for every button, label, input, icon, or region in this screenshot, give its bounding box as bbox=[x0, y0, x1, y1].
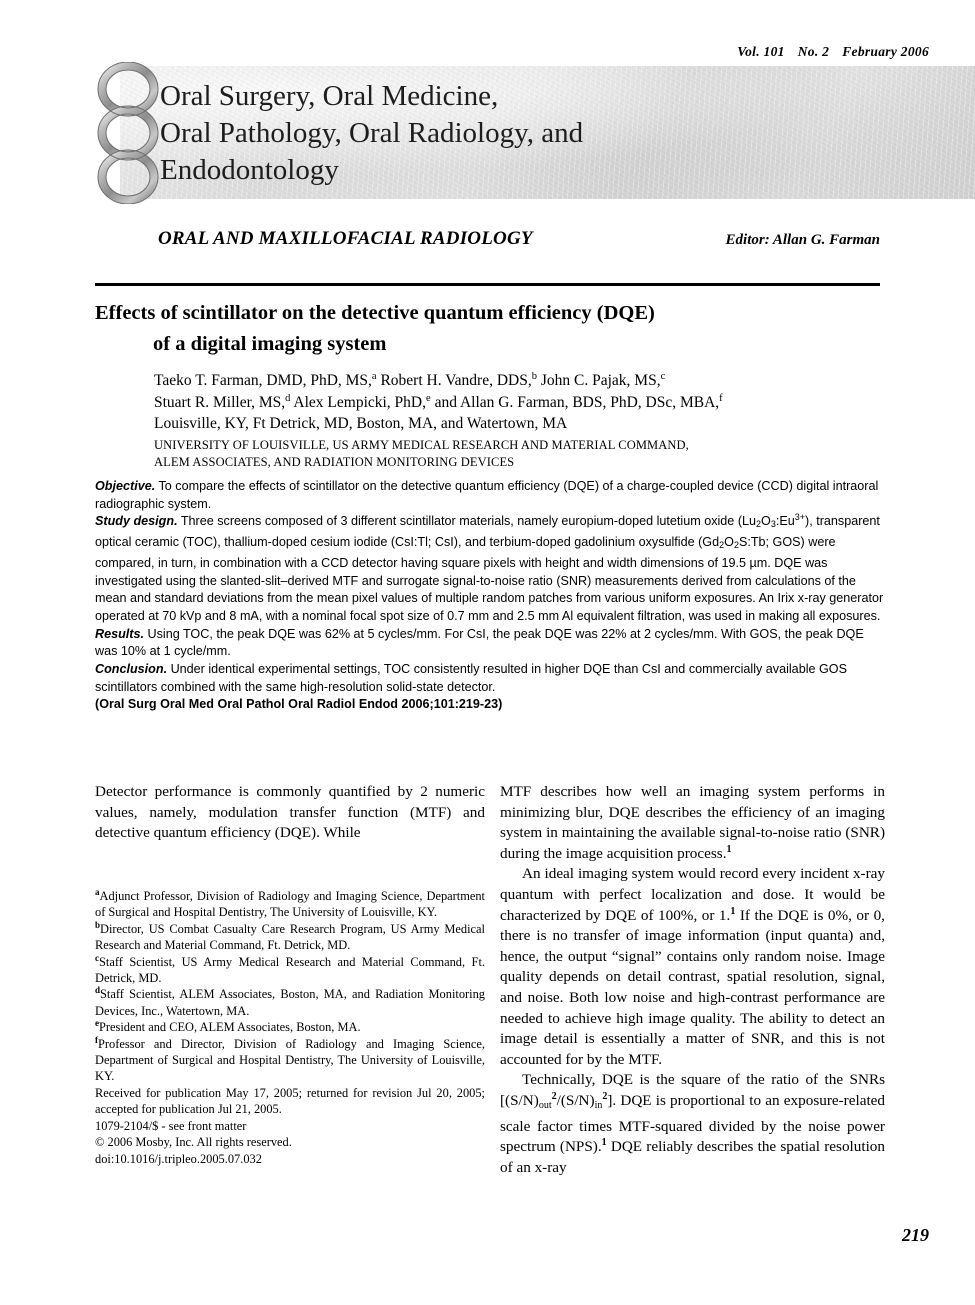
issue-date: February 2006 bbox=[842, 44, 929, 59]
paragraph-seg: If the DQE is 0%, or 0, there is no tran… bbox=[500, 906, 885, 1068]
institution-line-1: UNIVERSITY OF LOUISVILLE, US ARMY MEDICA… bbox=[154, 438, 689, 452]
body-column-right: MTF describes how well an imaging system… bbox=[500, 782, 885, 1178]
journal-title-line-3: Endodontology bbox=[160, 154, 339, 186]
paragraph-seg: MTF describes how well an imaging system… bbox=[500, 783, 885, 862]
abstract-study-design: Study design. Three screens composed of … bbox=[95, 513, 885, 625]
issue-volume: Vol. 101 bbox=[737, 44, 785, 59]
paragraph: Detector performance is commonly quantif… bbox=[95, 783, 485, 842]
footnote-text: Staff Scientist, ALEM Associates, Boston… bbox=[95, 987, 485, 1018]
section-editor: Editor: Allan G. Farman bbox=[725, 232, 880, 248]
footnote-copyright: © 2006 Mosby, Inc. All rights reserved. bbox=[95, 1135, 292, 1150]
author-line-1: Taeko T. Farman, DMD, PhD, MS,a Robert H… bbox=[154, 370, 894, 392]
footnote-text: Professor and Director, Division of Radi… bbox=[95, 1036, 485, 1084]
journal-title: Oral Surgery, Oral Medicine, Oral Pathol… bbox=[160, 78, 583, 189]
author-seg: Alex Lempicki, PhD, bbox=[290, 393, 427, 411]
abstract-seg: O bbox=[724, 535, 734, 550]
three-interlocking-rings-logo bbox=[97, 62, 159, 204]
abstract-objective: Objective. To compare the effects of sci… bbox=[95, 478, 885, 513]
abstract-seg: Three screens composed of 3 different sc… bbox=[177, 514, 757, 529]
abstract-results: Results. Using TOC, the peak DQE was 62%… bbox=[95, 626, 885, 661]
body-text-right: MTF describes how well an imaging system… bbox=[500, 782, 885, 1178]
footnote-b: bDirector, US Combat Casualty Care Resea… bbox=[95, 920, 485, 954]
abstract-seg: O bbox=[761, 514, 771, 529]
abstract: Objective. To compare the effects of sci… bbox=[95, 478, 885, 714]
issue-number: No. 2 bbox=[797, 44, 830, 59]
abstract-seg: :Eu bbox=[775, 514, 795, 529]
institution-line-2: ALEM ASSOCIATES, AND RADIATION MONITORIN… bbox=[154, 455, 515, 469]
paragraph: Technically, DQE is the square of the ra… bbox=[500, 1070, 885, 1178]
reference-marker: 1 bbox=[726, 843, 732, 855]
author-seg: John C. Pajak, MS, bbox=[536, 372, 661, 389]
author-line-3-cities: Louisville, KY, Ft Detrick, MD, Boston, … bbox=[154, 415, 568, 432]
author-affil-marker: c bbox=[660, 370, 666, 382]
abstract-results-text: Using TOC, the peak DQE was 62% at 5 cyc… bbox=[95, 626, 864, 659]
journal-title-line-2: Oral Pathology, Oral Radiology, and bbox=[160, 117, 584, 149]
paragraph: MTF describes how well an imaging system… bbox=[500, 782, 885, 864]
abstract-conclusion-label: Conclusion. bbox=[95, 662, 168, 677]
footnote-text: President and CEO, ALEM Associates, Bost… bbox=[99, 1020, 361, 1035]
footnotes-block: aAdjunct Professor, Division of Radiolog… bbox=[95, 887, 485, 1167]
footnote-e: ePresident and CEO, ALEM Associates, Bos… bbox=[95, 1019, 485, 1035]
author-line-2: Stuart R. Miller, MS,d Alex Lempicki, Ph… bbox=[154, 392, 894, 414]
footnote-a: aAdjunct Professor, Division of Radiolog… bbox=[95, 887, 485, 921]
chem-superscript: 3+ bbox=[794, 512, 806, 523]
author-seg: Stuart R. Miller, MS, bbox=[154, 393, 286, 411]
body-text-left: Detector performance is commonly quantif… bbox=[95, 782, 485, 844]
footnote-issn: 1079-2104/$ - see front matter bbox=[95, 1118, 247, 1133]
article-title: Effects of scintillator on the detective… bbox=[95, 298, 885, 360]
page-number: 219 bbox=[902, 1225, 929, 1245]
abstract-conclusion-text: Under identical experimental settings, T… bbox=[95, 662, 847, 694]
section-title: ORAL AND MAXILLOFACIAL RADIOLOGY bbox=[158, 228, 533, 249]
abstract-citation: (Oral Surg Oral Med Oral Pathol Oral Rad… bbox=[95, 697, 503, 712]
abstract-results-label: Results. bbox=[95, 626, 144, 641]
body-column-left: Detector performance is commonly quantif… bbox=[95, 782, 485, 844]
journal-article-page: Vol. 101 No. 2 February 2006 Oral Surgery,… bbox=[0, 0, 975, 1305]
abstract-objective-label: Objective. bbox=[95, 479, 156, 493]
footnote-doi: doi:10.1016/j.tripleo.2005.07.032 bbox=[95, 1151, 262, 1166]
footnote-d: dStaff Scientist, ALEM Associates, Bosto… bbox=[95, 986, 485, 1019]
formula-subscript: out bbox=[538, 1099, 552, 1111]
author-list: Taeko T. Farman, DMD, PhD, MS,a Robert H… bbox=[154, 370, 894, 435]
footnote-f: fProfessor and Director, Division of Rad… bbox=[95, 1035, 485, 1085]
footnote-text: Adjunct Professor, Division of Radiology… bbox=[95, 889, 485, 920]
author-seg: Taeko T. Farman, DMD, PhD, MS, bbox=[154, 372, 372, 389]
journal-title-line-1: Oral Surgery, Oral Medicine, bbox=[160, 80, 499, 112]
article-title-line-2: of a digital imaging system bbox=[153, 333, 387, 355]
footnote-text: Director, US Combat Casualty Care Resear… bbox=[95, 921, 485, 953]
paragraph: An ideal imaging system would record eve… bbox=[500, 864, 885, 1070]
issue-line: Vol. 101 No. 2 February 2006 bbox=[737, 44, 929, 60]
header-divider-rule bbox=[95, 283, 880, 286]
paragraph-seg: /(S/N) bbox=[556, 1091, 595, 1109]
institution-list: UNIVERSITY OF LOUISVILLE, US ARMY MEDICA… bbox=[154, 437, 894, 471]
journal-masthead-banner: Oral Surgery, Oral Medicine, Oral Pathol… bbox=[120, 66, 975, 199]
footnote-text: Staff Scientist, US Army Medical Researc… bbox=[95, 954, 485, 986]
author-seg: and Allan G. Farman, BDS, PhD, DSc, MBA, bbox=[430, 393, 720, 411]
footnote-received-dates: Received for publication May 17, 2005; r… bbox=[95, 1085, 485, 1117]
author-seg: Robert H. Vandre, DDS, bbox=[376, 372, 532, 389]
section-header: ORAL AND MAXILLOFACIAL RADIOLOGY Editor:… bbox=[95, 228, 880, 250]
abstract-objective-text: To compare the effects of scintillator o… bbox=[95, 479, 879, 511]
footnote-c: cStaff Scientist, US Army Medical Resear… bbox=[95, 953, 485, 987]
abstract-study-design-label: Study design. bbox=[95, 514, 178, 529]
author-affil-marker: f bbox=[719, 392, 723, 404]
abstract-conclusion: Conclusion. Under identical experimental… bbox=[95, 661, 885, 696]
article-title-line-1: Effects of scintillator on the detective… bbox=[95, 302, 655, 324]
